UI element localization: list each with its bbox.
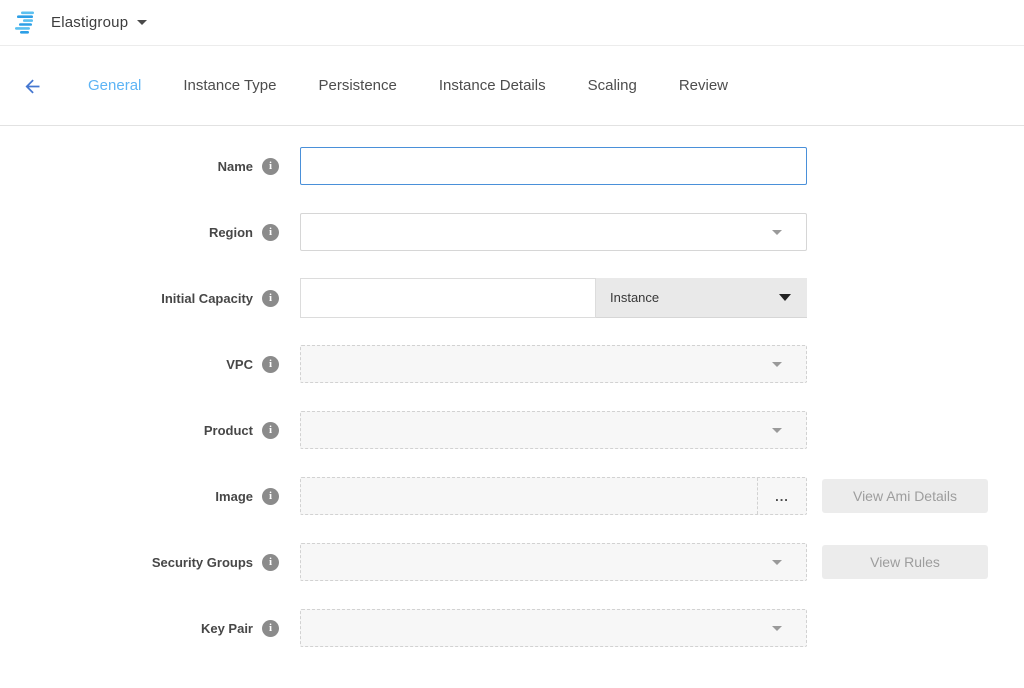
caret-down-icon bbox=[779, 294, 791, 301]
region-select[interactable] bbox=[300, 213, 807, 251]
tab-instance-details[interactable]: Instance Details bbox=[439, 77, 546, 94]
view-ami-details-button[interactable]: View Ami Details bbox=[822, 479, 988, 513]
caret-down-icon bbox=[772, 560, 782, 565]
wizard-tabs: General Instance Type Persistence Instan… bbox=[88, 77, 728, 94]
tab-review[interactable]: Review bbox=[679, 77, 728, 94]
security-groups-select bbox=[300, 543, 807, 581]
back-button[interactable] bbox=[21, 75, 43, 97]
caret-down-icon bbox=[772, 230, 782, 235]
product-label: Product bbox=[204, 423, 253, 438]
info-icon[interactable]: i bbox=[262, 554, 279, 571]
security-groups-label: Security Groups bbox=[152, 555, 253, 570]
elastigroup-logo-icon bbox=[14, 11, 40, 34]
view-rules-button[interactable]: View Rules bbox=[822, 545, 988, 579]
initial-capacity-input[interactable] bbox=[300, 278, 596, 318]
tab-general[interactable]: General bbox=[88, 77, 141, 94]
info-icon[interactable]: i bbox=[262, 224, 279, 241]
image-browse-button[interactable]: ... bbox=[757, 478, 806, 514]
image-picker-field: ... bbox=[300, 477, 807, 515]
info-icon[interactable]: i bbox=[262, 290, 279, 307]
vpc-select bbox=[300, 345, 807, 383]
info-icon[interactable]: i bbox=[262, 158, 279, 175]
info-icon[interactable]: i bbox=[262, 620, 279, 637]
initial-capacity-label: Initial Capacity bbox=[161, 291, 253, 306]
form-row-region: Region i bbox=[0, 213, 1024, 251]
form-row-image: Image i ... View Ami Details bbox=[0, 477, 1024, 515]
capacity-unit-value: Instance bbox=[610, 290, 659, 305]
region-label: Region bbox=[209, 225, 253, 240]
form-row-vpc: VPC i bbox=[0, 345, 1024, 383]
tab-scaling[interactable]: Scaling bbox=[588, 77, 637, 94]
form-row-security-groups: Security Groups i View Rules bbox=[0, 543, 1024, 581]
form-row-initial-capacity: Initial Capacity i Instance bbox=[0, 278, 1024, 318]
form-row-key-pair: Key Pair i bbox=[0, 609, 1024, 647]
caret-down-icon bbox=[772, 626, 782, 631]
wizard-tabbar: General Instance Type Persistence Instan… bbox=[0, 46, 1024, 126]
info-icon[interactable]: i bbox=[262, 356, 279, 373]
form-row-product: Product i bbox=[0, 411, 1024, 449]
caret-down-icon bbox=[772, 362, 782, 367]
product-select bbox=[300, 411, 807, 449]
chevron-down-icon bbox=[137, 20, 147, 25]
caret-down-icon bbox=[772, 428, 782, 433]
form-row-name: Name i bbox=[0, 147, 1024, 185]
image-label: Image bbox=[215, 489, 253, 504]
app-header: Elastigroup bbox=[0, 0, 1024, 46]
tab-persistence[interactable]: Persistence bbox=[319, 77, 397, 94]
info-icon[interactable]: i bbox=[262, 422, 279, 439]
info-icon[interactable]: i bbox=[262, 488, 279, 505]
app-title: Elastigroup bbox=[51, 14, 128, 31]
key-pair-select bbox=[300, 609, 807, 647]
capacity-unit-select[interactable]: Instance bbox=[596, 278, 807, 318]
name-label: Name bbox=[218, 159, 253, 174]
key-pair-label: Key Pair bbox=[201, 621, 253, 636]
general-settings-form: Name i Region i Initial Capacity i Insta… bbox=[0, 126, 1024, 647]
tab-instance-type[interactable]: Instance Type bbox=[183, 77, 276, 94]
vpc-label: VPC bbox=[226, 357, 253, 372]
name-input[interactable] bbox=[300, 147, 807, 185]
elastigroup-product-menu[interactable]: Elastigroup bbox=[14, 11, 147, 34]
back-arrow-icon bbox=[22, 76, 43, 97]
